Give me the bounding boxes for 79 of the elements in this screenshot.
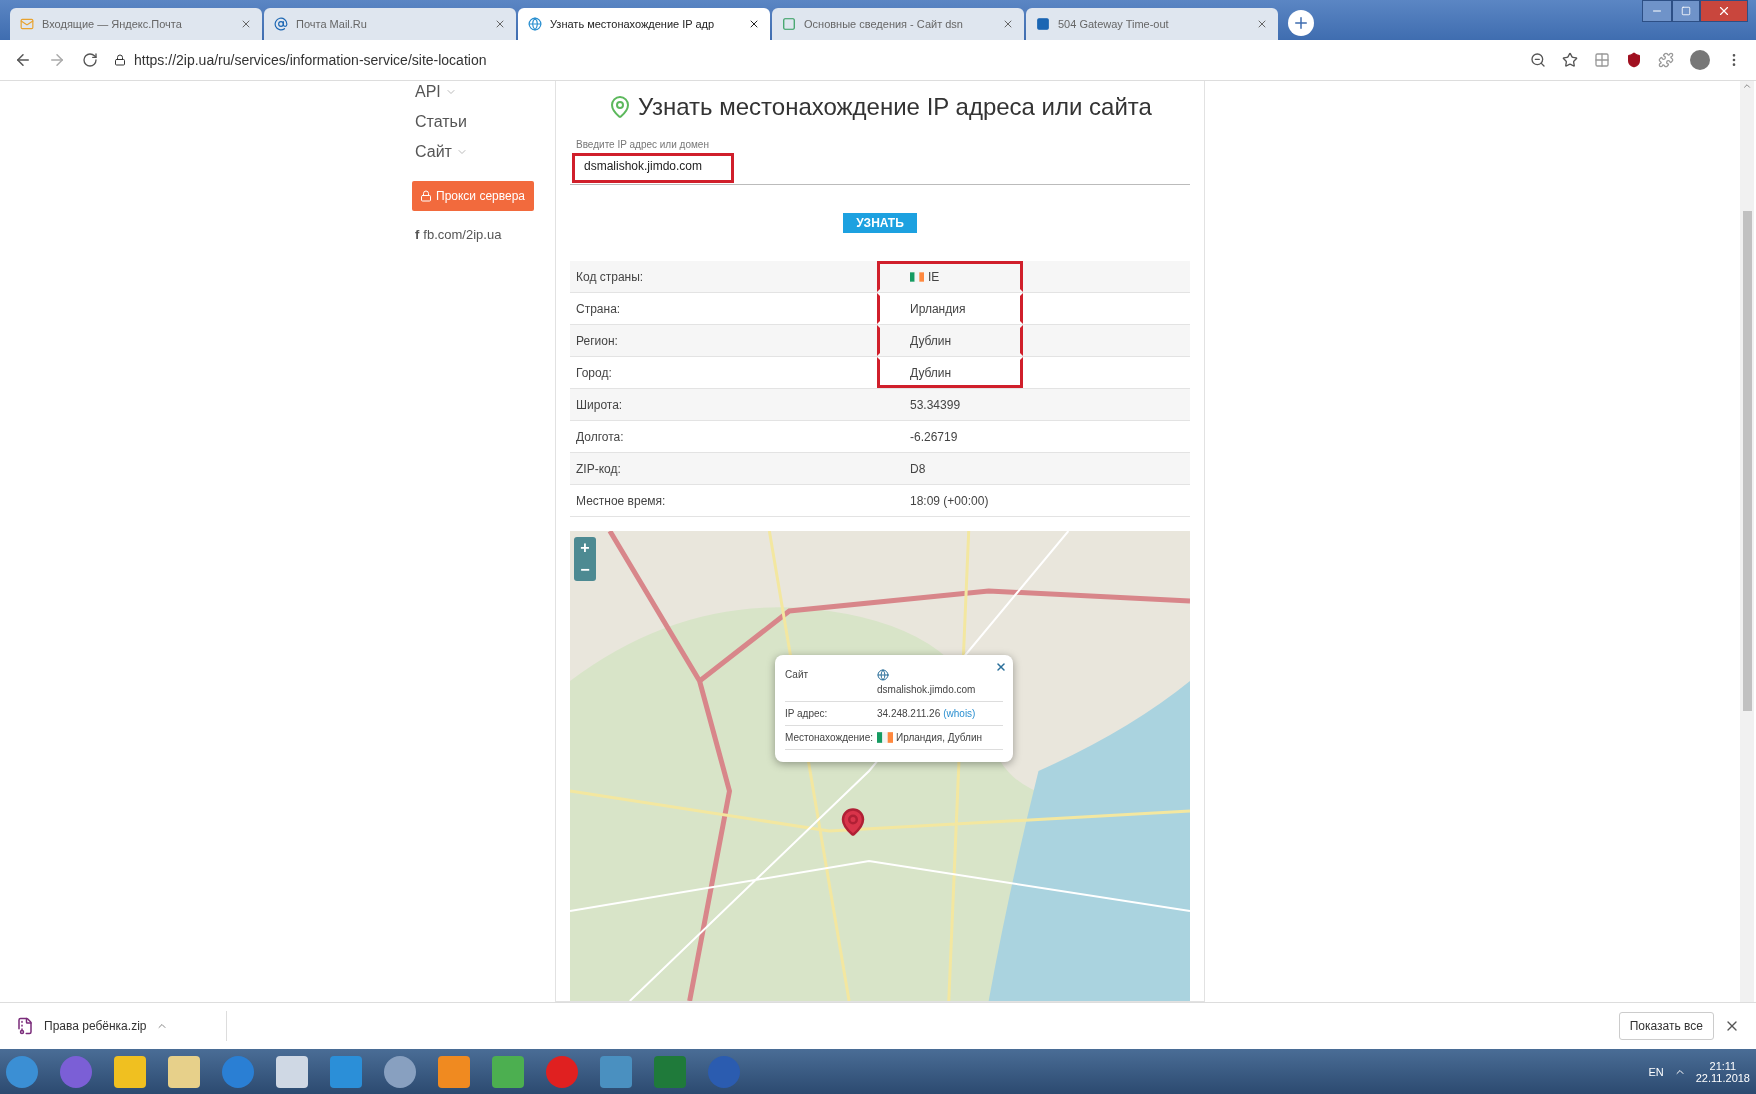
minimize-button[interactable] bbox=[1642, 0, 1672, 22]
new-tab-button[interactable] bbox=[1288, 10, 1314, 36]
table-cell-text: D8 bbox=[909, 460, 927, 478]
lock-icon bbox=[420, 190, 432, 202]
at-sign-icon bbox=[274, 17, 288, 31]
flag-icon bbox=[877, 732, 893, 743]
taskbar-app-icon[interactable] bbox=[168, 1055, 200, 1088]
popup-value: Ирландия, Дублин bbox=[896, 732, 983, 743]
popup-label: IP адрес: bbox=[785, 708, 829, 719]
table-cell-text: Регион: bbox=[575, 333, 619, 348]
maximize-icon bbox=[1681, 6, 1691, 16]
maximize-button[interactable] bbox=[1672, 0, 1700, 22]
field-label: Введите IP адрес или домен bbox=[576, 139, 710, 150]
close-window-button[interactable] bbox=[1700, 0, 1748, 22]
table-cell-text: Долгота: bbox=[575, 429, 625, 444]
popup-value: dsmalishok.jimdo.com bbox=[877, 684, 977, 695]
zoom-in-button[interactable]: + bbox=[574, 537, 596, 559]
reload-icon[interactable] bbox=[82, 52, 98, 68]
browser-tab[interactable]: 504 Gateway Time-out bbox=[1026, 8, 1278, 40]
table-cell-text: Город: bbox=[575, 365, 613, 380]
forward-icon[interactable] bbox=[48, 51, 66, 69]
flag-icon bbox=[910, 271, 924, 282]
table-cell-text: -6.26719 bbox=[909, 428, 959, 446]
puzzle-icon[interactable] bbox=[1658, 52, 1674, 68]
taskbar-app-icon[interactable] bbox=[60, 1055, 92, 1088]
taskbar-app-icon[interactable] bbox=[222, 1055, 254, 1088]
globe-icon bbox=[528, 17, 542, 31]
zoom-out-icon[interactable] bbox=[1530, 52, 1546, 68]
browser-tab[interactable]: Узнать местонахождение IP адр bbox=[518, 8, 770, 40]
zoom-out-button[interactable]: − bbox=[574, 559, 596, 581]
facebook-icon: f bbox=[415, 227, 420, 242]
close-icon[interactable] bbox=[748, 18, 760, 30]
taskbar-app-icon[interactable] bbox=[438, 1055, 470, 1088]
start-button[interactable] bbox=[6, 1055, 38, 1088]
sidebar-link[interactable]: Статьи bbox=[412, 111, 562, 133]
clock[interactable]: 21:11 22.11.2018 bbox=[1695, 1059, 1750, 1084]
table-cell-text: Код страны: bbox=[575, 269, 645, 284]
table-cell-text: 18:09 (+00:00) bbox=[909, 492, 990, 510]
globe-icon bbox=[877, 669, 889, 681]
shield-icon[interactable] bbox=[1626, 52, 1642, 68]
table-cell-text: ZIP-код: bbox=[575, 461, 622, 476]
scroll-up-icon[interactable] bbox=[1742, 81, 1752, 91]
address-field[interactable]: https://2ip.ua/ru/services/information-service/site-location bbox=[134, 52, 487, 68]
table-cell-text: Широта: bbox=[575, 397, 624, 412]
archive-icon bbox=[16, 1017, 34, 1035]
envelope-icon bbox=[20, 17, 34, 31]
taskbar-app-icon[interactable] bbox=[492, 1055, 524, 1088]
browser-tab[interactable]: Основные сведения - Сайт dsn bbox=[772, 8, 1024, 40]
domain-input[interactable]: dsmalishok.jimdo.com bbox=[576, 154, 742, 178]
grid-icon[interactable] bbox=[1594, 52, 1610, 68]
taskbar-app-icon[interactable] bbox=[114, 1055, 146, 1088]
sidebar-link[interactable]: API bbox=[412, 81, 562, 103]
table-cell-text: Страна: bbox=[575, 301, 622, 316]
back-icon[interactable] bbox=[14, 51, 32, 69]
taskbar-app-icon[interactable] bbox=[384, 1055, 416, 1088]
download-file[interactable]: Права ребёнка.zip bbox=[44, 1019, 147, 1033]
star-icon[interactable] bbox=[1562, 52, 1578, 68]
square-icon bbox=[1036, 17, 1050, 31]
taskbar-app-icon[interactable] bbox=[546, 1055, 578, 1088]
close-icon bbox=[1717, 4, 1731, 18]
avatar-circle[interactable] bbox=[1690, 50, 1710, 70]
plus-icon bbox=[1292, 14, 1310, 32]
table-cell-text: Местное время: bbox=[575, 493, 667, 508]
popup-label: Сайт bbox=[785, 669, 810, 682]
page-title: Узнать местонахождение IP адреса или сайта bbox=[570, 93, 1190, 121]
scrollbar[interactable] bbox=[1740, 81, 1754, 1002]
facebook-link[interactable]: fb.com/2ip.ua bbox=[423, 227, 502, 242]
language-indicator[interactable]: EN bbox=[1648, 1065, 1664, 1078]
table-cell-text: 53.34399 bbox=[909, 396, 962, 414]
square-icon bbox=[782, 17, 796, 31]
browser-tab[interactable]: Входящие — Яндекс.Почта bbox=[10, 8, 262, 40]
popup-value: 34.248.211.26 bbox=[877, 708, 941, 719]
browser-tab[interactable]: Почта Mail.Ru bbox=[264, 8, 516, 40]
taskbar-app-icon[interactable] bbox=[276, 1055, 308, 1088]
whois-link[interactable]: (whois) bbox=[943, 708, 976, 719]
lock-icon bbox=[114, 54, 126, 66]
popup-label: Местонахождение: bbox=[785, 732, 874, 743]
show-all-button[interactable]: Показать все bbox=[1618, 1012, 1714, 1040]
sidebar-link[interactable]: Сайт bbox=[412, 141, 562, 163]
